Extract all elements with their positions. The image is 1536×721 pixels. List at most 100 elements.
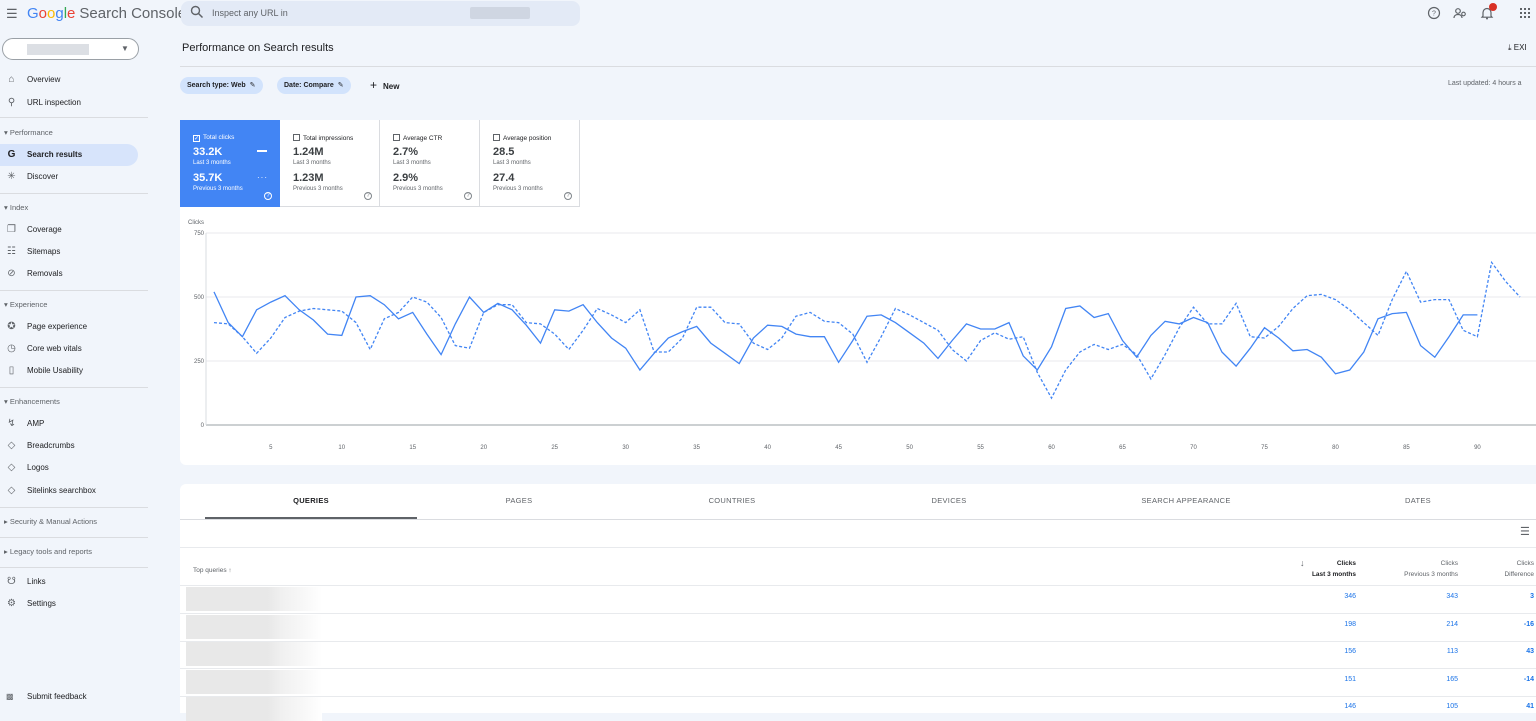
cell-clicks-difference[interactable]: 43 xyxy=(1486,648,1534,655)
section-legacy-tools[interactable]: ▸ Legacy tools and reports xyxy=(4,547,92,556)
sidebar-item-label: AMP xyxy=(27,419,45,428)
edit-icon: ✎ xyxy=(337,82,344,89)
sidebar-item-sitelinks-searchbox[interactable]: ◇ Sitelinks searchbox xyxy=(0,480,138,502)
divider xyxy=(0,290,148,291)
tab-devices[interactable]: DEVICES xyxy=(843,496,1055,505)
column-header-clicks-difference[interactable]: Clicks Difference xyxy=(1486,558,1534,580)
cell-clicks-last[interactable]: 151 xyxy=(1296,676,1356,683)
cell-clicks-difference[interactable]: 3 xyxy=(1486,593,1534,600)
cell-clicks-previous[interactable]: 113 xyxy=(1388,648,1458,655)
divider xyxy=(0,567,148,568)
metric-value: 28.5 xyxy=(493,146,515,158)
column-header-sub: Previous 3 months xyxy=(1404,571,1458,578)
sidebar-item-logos[interactable]: ◇ Logos xyxy=(0,457,138,479)
redacted-query[interactable] xyxy=(186,587,322,611)
cell-clicks-last[interactable]: 156 xyxy=(1296,648,1356,655)
url-inspection-search[interactable]: Inspect any URL in xyxy=(181,1,580,26)
sidebar-item-label: Sitelinks searchbox xyxy=(27,486,96,495)
sidebar-item-sitemaps[interactable]: ☷ Sitemaps xyxy=(0,241,138,263)
menu-icon[interactable]: ☰ xyxy=(6,6,18,22)
submit-feedback-button[interactable]: ▩ Submit feedback xyxy=(6,692,87,701)
filter-rows-icon[interactable]: ☰ xyxy=(1520,525,1530,538)
column-header-sub: Difference xyxy=(1504,571,1534,578)
cell-clicks-previous[interactable]: 343 xyxy=(1388,593,1458,600)
export-label: EXI xyxy=(1513,43,1527,52)
filter-chip-date[interactable]: Date: Compare ✎ xyxy=(277,77,351,94)
tab-search-appearance[interactable]: SEARCH APPEARANCE xyxy=(1080,496,1292,505)
tab-queries[interactable]: QUERIES xyxy=(205,496,417,505)
sidebar-item-coverage[interactable]: ❐ Coverage xyxy=(0,219,138,241)
row-divider xyxy=(180,613,1536,614)
cell-clicks-last[interactable]: 146 xyxy=(1296,703,1356,710)
help-icon[interactable]: ? xyxy=(1426,5,1442,21)
x-tick-label: 15 xyxy=(409,445,416,451)
sidebar-item-url-inspection[interactable]: ⚲ URL inspection xyxy=(0,92,138,114)
sidebar-item-label: Settings xyxy=(27,599,56,608)
coverage-icon: ❐ xyxy=(7,224,16,235)
x-tick-label: 50 xyxy=(906,445,913,451)
help-icon[interactable]: ? xyxy=(564,192,572,200)
feedback-icon: ▩ xyxy=(6,692,14,701)
sidebar-item-amp[interactable]: ↯ AMP xyxy=(0,413,138,435)
section-index[interactable]: ▾ Index xyxy=(4,203,28,212)
sidebar-item-mobile-usability[interactable]: ▯ Mobile Usability xyxy=(0,360,138,382)
sidebar-item-removals[interactable]: ⊘ Removals xyxy=(0,263,138,285)
sidebar-item-overview[interactable]: ⌂ Overview xyxy=(0,69,138,91)
x-tick-label: 80 xyxy=(1332,445,1339,451)
sidebar-item-settings[interactable]: ⚙ Settings xyxy=(0,593,138,615)
sidebar-item-search-results[interactable]: G Search results xyxy=(0,144,138,166)
cell-clicks-previous[interactable]: 165 xyxy=(1388,676,1458,683)
sidebar-item-discover[interactable]: ✳ Discover xyxy=(0,166,138,188)
section-enhancements[interactable]: ▾ Enhancements xyxy=(4,397,60,406)
help-icon[interactable]: ? xyxy=(364,192,372,200)
property-selector[interactable]: ▼ xyxy=(2,38,139,60)
users-icon[interactable] xyxy=(1452,5,1468,21)
help-icon[interactable]: ? xyxy=(264,192,272,200)
sidebar-item-links[interactable]: ☋ Links xyxy=(0,571,138,593)
x-tick-label: 90 xyxy=(1474,445,1481,451)
redacted-query[interactable] xyxy=(186,642,322,666)
sidebar-item-page-experience[interactable]: ✪ Page experience xyxy=(0,316,138,338)
new-filter-button[interactable]: + New xyxy=(370,78,399,92)
brand-logo[interactable]: Google Search Console xyxy=(27,5,186,22)
metric-card-average-position[interactable]: Average position 28.5 Last 3 months 27.4… xyxy=(480,120,580,207)
sidebar-item-label: Logos xyxy=(27,463,49,472)
cell-clicks-previous[interactable]: 105 xyxy=(1388,703,1458,710)
section-security-manual-actions[interactable]: ▸ Security & Manual Actions xyxy=(4,517,97,526)
cell-clicks-difference[interactable]: -14 xyxy=(1486,676,1534,683)
filter-chip-search-type[interactable]: Search type: Web ✎ xyxy=(180,77,263,94)
x-tick-label: 65 xyxy=(1119,445,1126,451)
section-experience[interactable]: ▾ Experience xyxy=(4,300,47,309)
cell-clicks-difference[interactable]: 41 xyxy=(1486,703,1534,710)
metric-card-total-clicks[interactable]: ✓ Total clicks 33.2K Last 3 months 35.7K … xyxy=(180,120,280,207)
sidebar-item-core-web-vitals[interactable]: ◷ Core web vitals xyxy=(0,338,138,360)
column-header-clicks-last[interactable]: Clicks Last 3 months xyxy=(1296,558,1356,580)
column-header-clicks-previous[interactable]: Clicks Previous 3 months xyxy=(1388,558,1458,580)
column-header-top-queries[interactable]: Top queries ↑ xyxy=(193,567,232,574)
section-performance[interactable]: ▾ Performance xyxy=(4,128,53,137)
metric-header: Total impressions xyxy=(293,134,353,142)
sidebar-item-breadcrumbs[interactable]: ◇ Breadcrumbs xyxy=(0,435,138,457)
cell-clicks-last[interactable]: 198 xyxy=(1296,621,1356,628)
chip-label: Date: Compare xyxy=(284,82,334,89)
y-tick-label: 0 xyxy=(201,423,205,429)
cell-clicks-difference[interactable]: -16 xyxy=(1486,621,1534,628)
metric-title: Average CTR xyxy=(403,135,443,142)
redacted-query[interactable] xyxy=(186,669,322,694)
clicks-line-chart: 0 250 500 750 5 10 15 20 25 30 35 40 45 50 55 60 65 70 75 8… xyxy=(194,231,1536,451)
export-button[interactable]: ⤓ EXI xyxy=(1508,43,1527,53)
metric-card-average-ctr[interactable]: Average CTR 2.7% Last 3 months 2.9% Prev… xyxy=(380,120,480,207)
tab-dates[interactable]: DATES xyxy=(1312,496,1524,505)
metric-period-previous: Previous 3 months xyxy=(393,186,443,192)
tab-countries[interactable]: COUNTRIES xyxy=(626,496,838,505)
metric-card-total-impressions[interactable]: Total impressions 1.24M Last 3 months 1.… xyxy=(280,120,380,207)
cell-clicks-last[interactable]: 346 xyxy=(1296,593,1356,600)
redacted-query[interactable] xyxy=(186,614,322,639)
cell-clicks-previous[interactable]: 214 xyxy=(1388,621,1458,628)
redacted-property xyxy=(470,7,530,19)
redacted-query[interactable] xyxy=(186,697,322,721)
tab-pages[interactable]: PAGES xyxy=(413,496,625,505)
metric-value: 33.2K xyxy=(193,146,223,158)
apps-grid-icon[interactable] xyxy=(1517,5,1533,21)
help-icon[interactable]: ? xyxy=(464,192,472,200)
